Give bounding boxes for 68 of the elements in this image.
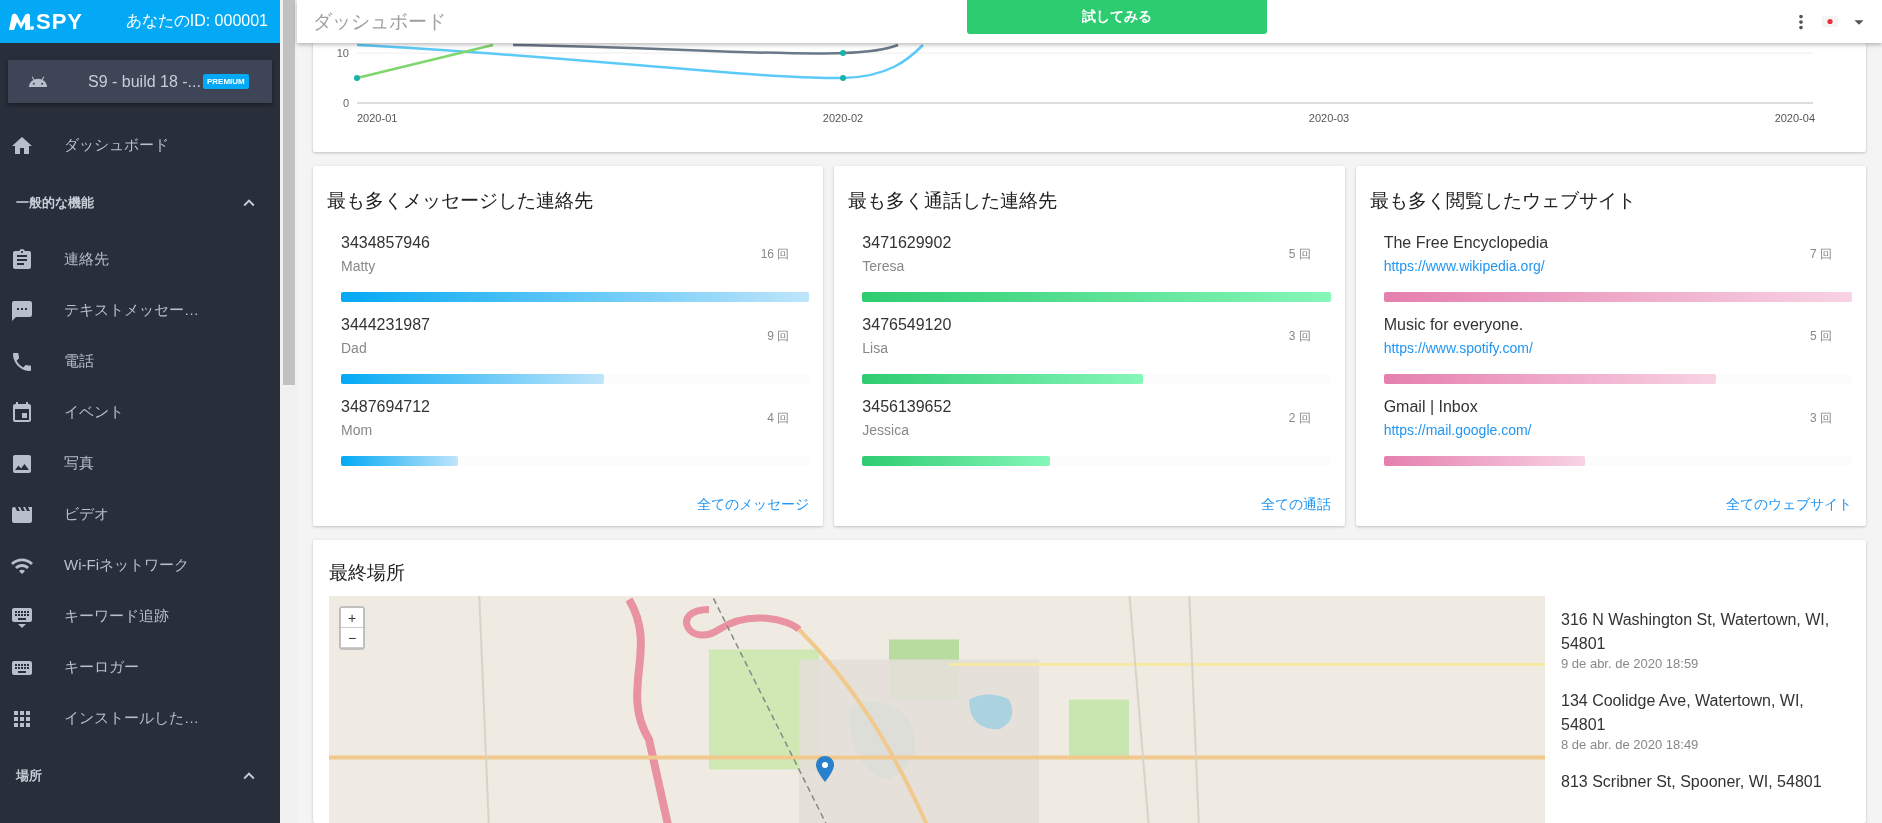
count-label: 5 回 [1809,327,1832,345]
contact-name: Matty [341,258,377,274]
x-axis-label: 2020-03 [1308,112,1350,124]
nav-item[interactable]: テキストメッセー… [0,285,280,336]
contact-name: Dad [341,340,368,356]
nav-item[interactable]: 写真 [0,438,280,489]
x-axis-label: 2020-02 [822,112,864,124]
user-id: あなたのID: 000001 [125,11,268,31]
nav-item[interactable]: 連絡先 [0,234,280,285]
location-time: 9 de abr. de 2020 18:59 [1561,656,1700,671]
count-label: 2 回 [1288,409,1311,427]
device-name: S9 - build 18 -... [88,72,201,91]
nav-item[interactable]: ビデオ [0,489,280,540]
item-title: 3471629902 [862,234,952,252]
nav-item[interactable]: インストールした… [0,693,280,744]
page-title: ダッシュボード [313,9,447,34]
logo-text: SPY [36,8,84,35]
contact-name: Mom [341,422,374,438]
logo-mark-icon [8,11,34,32]
y-axis-label: 0 [342,97,349,109]
contact-name: Teresa [862,258,906,274]
item-title: 3487694712 [341,398,430,416]
x-axis-label: 2020-04 [1774,112,1815,124]
premium-badge: PREMIUM [202,74,249,89]
item-title: Gmail | Inbox [1383,398,1479,416]
x-axis-label: 2020-01 [357,112,398,124]
section-header[interactable]: 場所 [0,750,280,801]
location-address: 134 Coolidge Ave, Watertown, WI, 54801 [1561,691,1805,735]
map-pin-icon[interactable] [816,756,834,782]
count-label: 5 回 [1288,245,1311,263]
count-label: 3 回 [1809,409,1832,427]
card-title: 最も多くメッセージした連絡先 [327,189,594,213]
location-address: 316 N Washington St, Watertown, WI, 54801 [1561,610,1831,654]
section-label: 場所 [16,766,42,785]
nav-item[interactable]: キーロガー [0,642,280,693]
nav-item[interactable]: Wi-Fiネットワーク [0,540,280,591]
card-title: 最も多く閲覧したウェブサイト [1369,189,1637,213]
section-label: 一般的な機能 [16,193,94,212]
nav-item[interactable]: ダッシュボード [0,120,280,171]
count-label: 3 回 [1288,327,1311,345]
flag-icon[interactable] [1822,16,1838,27]
contact-name: Lisa [862,340,889,356]
scrollbar-thumb[interactable] [282,0,295,385]
item-title: 3434857946 [341,234,430,252]
count-label: 16 回 [760,245,790,263]
location-time: 8 de abr. de 2020 18:49 [1561,737,1700,752]
zoom-in-button[interactable]: + [341,608,363,628]
count-label: 9 回 [767,327,790,345]
device-selector[interactable]: S9 - build 18 -... PREMIUM [8,60,272,103]
calendar-icon [10,400,34,425]
item-title: The Free Encyclopedia [1383,234,1549,252]
card-title: 最も多く通話した連絡先 [848,189,1059,213]
count-label: 7 回 [1809,245,1832,263]
message-icon [10,298,34,323]
card-title: 最終場所 [329,561,406,585]
contact-name: Jessica [862,422,910,438]
item-title: 3444231987 [341,316,430,334]
section-header[interactable]: 一般的な機能 [0,177,280,228]
nav-item[interactable]: 電話 [0,336,280,387]
item-title: 3476549120 [862,316,952,334]
item-title: Music for everyone. [1383,316,1525,334]
y-axis-label: 10 [336,47,349,59]
item-title: 3456139652 [862,398,952,416]
clipboard-icon [10,247,34,272]
count-label: 4 回 [767,409,790,427]
nav-item[interactable]: イベント [0,387,280,438]
nav-item[interactable]: キーワード追跡 [0,591,280,642]
location-address: 813 Scribner St, Spooner, WI, 54801 [1561,772,1823,792]
